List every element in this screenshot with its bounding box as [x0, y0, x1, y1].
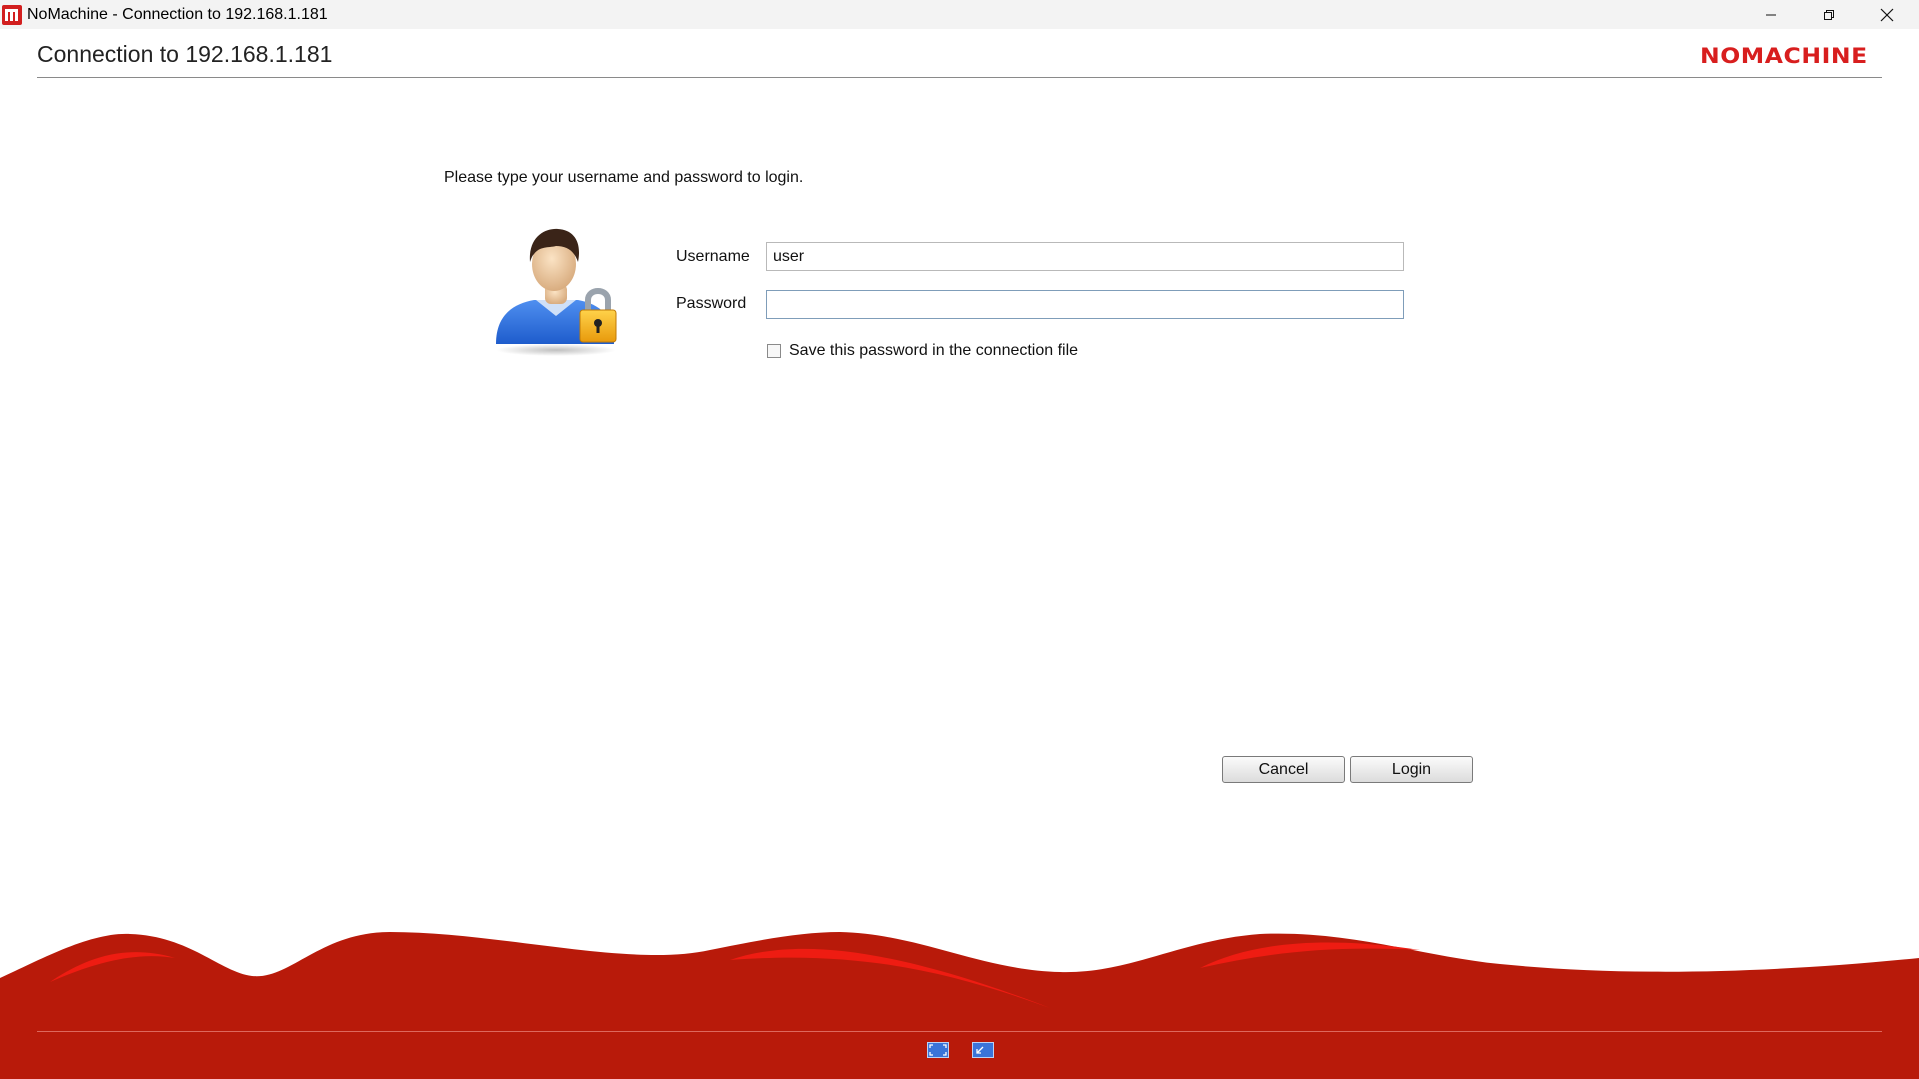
- username-input[interactable]: [766, 242, 1404, 271]
- resize-window-icon[interactable]: [972, 1042, 994, 1058]
- minimize-icon: [1766, 14, 1776, 15]
- username-label: Username: [676, 248, 750, 265]
- save-password-label[interactable]: Save this password in the connection fil…: [789, 342, 1078, 360]
- nomachine-app-icon: [2, 5, 22, 25]
- footer-divider: [37, 1031, 1882, 1032]
- save-password-checkbox[interactable]: [767, 344, 781, 358]
- page-title: Connection to 192.168.1.181: [37, 41, 333, 67]
- close-icon: [1880, 8, 1894, 21]
- minimize-button[interactable]: [1742, 0, 1800, 29]
- header-divider: [37, 77, 1882, 78]
- user-lock-icon: [496, 228, 617, 356]
- close-button[interactable]: [1858, 0, 1916, 29]
- footer-wave-decoration: [0, 932, 1919, 1079]
- cancel-button[interactable]: Cancel: [1222, 756, 1345, 783]
- login-instructions: Please type your username and password t…: [444, 169, 804, 186]
- password-input[interactable]: [766, 290, 1404, 319]
- title-bar: NoMachine - Connection to 192.168.1.181: [0, 0, 1919, 29]
- fullscreen-icon[interactable]: [927, 1042, 949, 1058]
- login-button[interactable]: Login: [1350, 756, 1473, 783]
- nomachine-logo: NOMACHINE: [1700, 44, 1868, 68]
- window-title: NoMachine - Connection to 192.168.1.181: [27, 6, 328, 23]
- password-label: Password: [676, 295, 747, 312]
- nomachine-window: NoMachine - Connection to 192.168.1.181 …: [0, 0, 1919, 1079]
- restore-button[interactable]: [1800, 0, 1858, 29]
- restore-icon: [1824, 9, 1834, 20]
